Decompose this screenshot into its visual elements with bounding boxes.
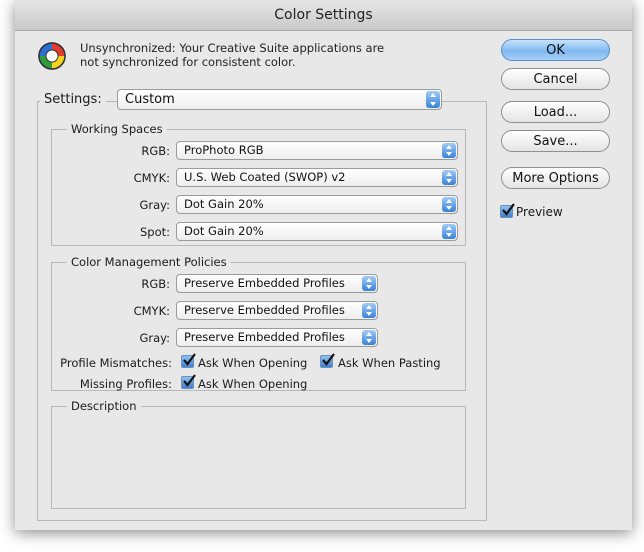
mismatch-ask-pasting-label: Ask When Pasting [338, 356, 441, 370]
policy-rgb-value: Preserve Embedded Profiles [184, 276, 345, 290]
updown-arrows-icon [442, 170, 456, 185]
policy-gray-value: Preserve Embedded Profiles [184, 330, 345, 344]
cancel-button[interactable]: Cancel [501, 68, 610, 90]
checkmark-icon [502, 203, 515, 216]
updown-arrows-icon [442, 197, 456, 212]
profile-mismatches-label: Profile Mismatches: [60, 356, 172, 370]
sync-message-line2: not synchronized for consistent color. [80, 55, 296, 69]
ws-spot-select[interactable]: Dot Gain 20% [176, 222, 458, 241]
save-button[interactable]: Save... [501, 130, 610, 152]
description-group [51, 406, 466, 509]
mismatch-ask-opening-checkbox[interactable] [181, 353, 196, 368]
preview-label: Preview [516, 205, 563, 219]
updown-arrows-icon [442, 224, 456, 239]
description-title: Description [67, 399, 141, 413]
policy-gray-label: Gray: [139, 331, 170, 345]
ok-button[interactable]: OK [501, 39, 610, 61]
settings-label: Settings: [40, 92, 106, 107]
preview-checkbox[interactable] [500, 203, 515, 218]
ws-rgb-value: ProPhoto RGB [184, 143, 264, 157]
settings-value: Custom [125, 92, 175, 107]
ws-rgb-select[interactable]: ProPhoto RGB [176, 141, 458, 160]
ws-gray-label: Gray: [139, 198, 170, 212]
checkmark-icon [183, 374, 196, 387]
checkmark-icon [322, 353, 335, 366]
updown-arrows-icon [442, 143, 456, 158]
policy-cmyk-label: CMYK: [133, 304, 170, 318]
load-button[interactable]: Load... [501, 101, 610, 123]
sync-message-line1: Unsynchronized: Your Creative Suite appl… [80, 41, 385, 55]
settings-select[interactable]: Custom [117, 89, 442, 110]
missing-ask-opening-checkbox[interactable] [181, 374, 196, 389]
policy-cmyk-value: Preserve Embedded Profiles [184, 303, 345, 317]
more-options-button[interactable]: More Options [501, 167, 610, 189]
ws-cmyk-value: U.S. Web Coated (SWOP) v2 [184, 170, 346, 184]
ws-rgb-label: RGB: [141, 144, 170, 158]
missing-profiles-label: Missing Profiles: [79, 377, 172, 391]
policy-rgb-select[interactable]: Preserve Embedded Profiles [176, 274, 378, 293]
ws-gray-select[interactable]: Dot Gain 20% [176, 195, 458, 214]
ws-cmyk-select[interactable]: U.S. Web Coated (SWOP) v2 [176, 168, 458, 187]
missing-ask-opening-label: Ask When Opening [198, 377, 308, 391]
mismatch-ask-opening-label: Ask When Opening [198, 356, 308, 370]
color-wheel-icon [38, 42, 66, 70]
updown-arrows-icon [362, 276, 376, 291]
updown-arrows-icon [426, 91, 440, 108]
ws-spot-value: Dot Gain 20% [184, 224, 264, 238]
policy-cmyk-select[interactable]: Preserve Embedded Profiles [176, 301, 378, 320]
ws-spot-label: Spot: [139, 225, 170, 239]
working-spaces-title: Working Spaces [67, 122, 167, 136]
updown-arrows-icon [362, 330, 376, 345]
checkmark-icon [183, 353, 196, 366]
sync-message: Unsynchronized: Your Creative Suite appl… [80, 41, 384, 69]
policy-rgb-label: RGB: [141, 277, 170, 291]
window-title: Color Settings [15, 0, 632, 31]
updown-arrows-icon [362, 303, 376, 318]
ws-cmyk-label: CMYK: [133, 171, 170, 185]
mismatch-ask-pasting-checkbox[interactable] [320, 353, 335, 368]
policy-gray-select[interactable]: Preserve Embedded Profiles [176, 328, 378, 347]
ws-gray-value: Dot Gain 20% [184, 197, 264, 211]
policies-title: Color Management Policies [67, 255, 231, 269]
